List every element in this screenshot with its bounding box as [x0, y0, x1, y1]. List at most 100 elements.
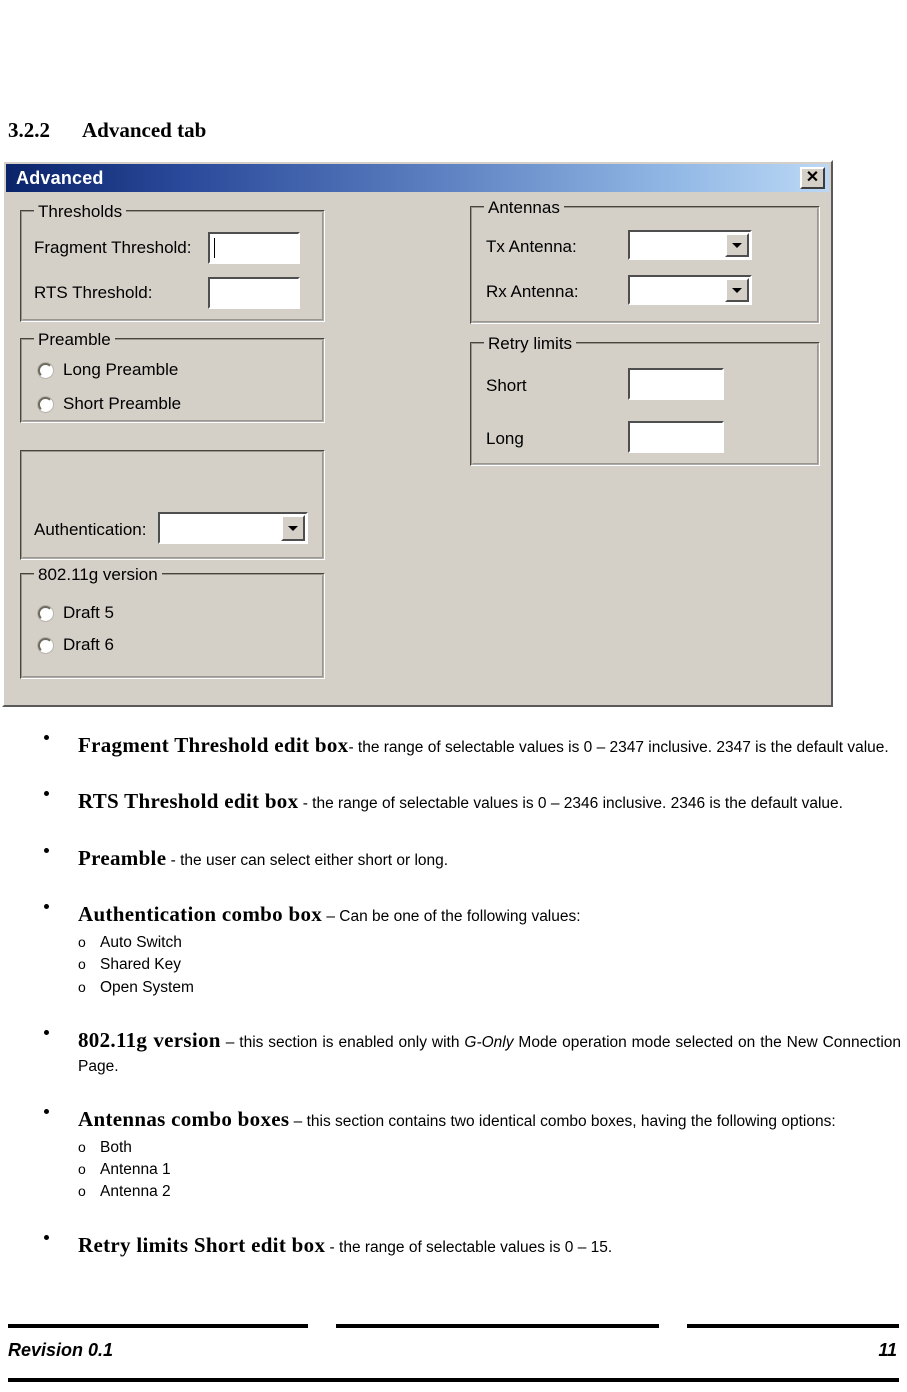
chevron-down-icon[interactable] [725, 233, 749, 257]
bullet-text-emphasis: G-Only [464, 1034, 514, 1052]
rule-segment [8, 1324, 308, 1328]
bullet-icon [44, 1029, 49, 1035]
radio-short-preamble-label: Short Preamble [63, 394, 182, 413]
radio-icon [38, 396, 53, 412]
rx-antenna-label: Rx Antenna: [486, 282, 579, 301]
retry-short-label: Short [486, 376, 527, 395]
bullet-term: Preamble [78, 845, 167, 870]
sub-list-item-label: Auto Switch [100, 933, 182, 951]
page-section-heading: 3.2.2 Advanced tab [8, 118, 206, 143]
bullet-term: 802.11g version [78, 1028, 221, 1053]
retry-long-label: Long [486, 429, 524, 448]
sub-list-item: o Antenna 2 [78, 1181, 901, 1203]
group-retry-limits: Retry limits Short Long [470, 334, 820, 466]
list-item: Antennas combo boxes – this section cont… [0, 1104, 907, 1204]
sub-list-item: o Both [78, 1137, 901, 1159]
group-80211g-version: 802.11g version Draft 5 Draft 6 [20, 565, 325, 679]
sub-list-item: o Antenna 1 [78, 1159, 901, 1181]
bullet-list: Fragment Threshold edit box- the range o… [0, 730, 907, 1260]
sub-list-item-label: Open System [100, 978, 194, 996]
footer-revision: Revision 0.1 [8, 1340, 114, 1360]
footer-top-rule [8, 1324, 899, 1328]
authentication-label: Authentication: [34, 520, 147, 539]
fragment-threshold-label: Fragment Threshold: [34, 238, 192, 257]
authentication-combobox[interactable] [158, 512, 308, 544]
dialog-title: Advanced [16, 167, 104, 188]
radio-icon [38, 362, 53, 378]
bullet-icon [44, 734, 49, 740]
sub-list-item-label: Shared Key [100, 956, 181, 974]
radio-draft-5[interactable]: Draft 5 [38, 603, 114, 623]
sub-bullet-icon: o [78, 1183, 86, 1200]
sub-list: o Both o Antenna 1 o Antenna 2 [78, 1137, 901, 1204]
bullet-text: - the range of selectable values is 0 – … [298, 795, 843, 813]
fragment-threshold-input[interactable] [208, 232, 300, 264]
radio-draft-6[interactable]: Draft 6 [38, 635, 114, 655]
list-item: RTS Threshold edit box - the range of se… [0, 786, 907, 816]
tx-antenna-label: Tx Antenna: [486, 237, 577, 256]
sub-list-item-label: Both [100, 1138, 132, 1156]
rule-segment [336, 1324, 659, 1328]
radio-draft-5-label: Draft 5 [63, 603, 115, 622]
footer-bottom-rule [8, 1378, 899, 1382]
bullet-icon [44, 791, 49, 797]
rts-threshold-input[interactable] [208, 277, 300, 309]
radio-long-preamble[interactable]: Long Preamble [38, 360, 178, 380]
bullet-text: – this section contains two identical co… [289, 1113, 836, 1131]
sub-bullet-icon: o [78, 1138, 86, 1155]
group-80211g-version-title: 802.11g version [34, 565, 162, 585]
group-thresholds-title: Thresholds [34, 202, 127, 222]
radio-icon [38, 637, 53, 653]
bullet-term: Authentication combo box [78, 902, 323, 927]
advanced-dialog-window: Advanced ✕ Thresholds Fragment Threshold… [2, 160, 833, 707]
chevron-down-icon[interactable] [281, 515, 305, 541]
section-title: Advanced tab [82, 118, 207, 142]
bullet-text: – Can be one of the following values: [322, 908, 581, 926]
list-item: 802.11g version – this section is enable… [0, 1025, 907, 1078]
list-item: Preamble - the user can select either sh… [0, 843, 907, 873]
group-preamble: Preamble Long Preamble Short Preamble [20, 330, 325, 423]
group-authentication: Authentication: [20, 450, 325, 560]
retry-short-input[interactable] [628, 368, 724, 400]
group-retry-limits-title: Retry limits [484, 334, 577, 354]
sub-list-item: o Shared Key [78, 954, 901, 976]
section-number: 3.2.2 [8, 118, 50, 142]
sub-list-item: o Open System [78, 977, 901, 999]
list-item: Authentication combo box – Can be one of… [0, 899, 907, 999]
bullet-text-pre: – this section is enabled only with [220, 1034, 465, 1052]
chevron-down-icon[interactable] [725, 278, 749, 302]
sub-bullet-icon: o [78, 933, 86, 950]
bullet-text: - the range of selectable values is 0 – … [348, 739, 889, 756]
footer-page-number: 11 [878, 1340, 897, 1360]
group-preamble-title: Preamble [34, 330, 115, 350]
bullet-term: RTS Threshold edit box [78, 789, 299, 814]
rx-antenna-combobox[interactable] [628, 275, 752, 305]
bullet-icon [44, 1234, 49, 1240]
bullet-icon [44, 847, 49, 853]
group-antennas-title: Antennas [484, 198, 564, 218]
sub-list-item-label: Antenna 2 [100, 1183, 171, 1201]
sub-bullet-icon: o [78, 978, 86, 995]
bullet-term: Fragment Threshold edit box [78, 733, 349, 757]
radio-short-preamble[interactable]: Short Preamble [38, 394, 181, 414]
bullet-term: Antennas combo boxes [78, 1107, 290, 1132]
tx-antenna-combobox[interactable] [628, 230, 752, 260]
rule-segment [687, 1324, 899, 1328]
list-item: Retry limits Short edit box - the range … [0, 1230, 907, 1260]
bullet-icon [44, 903, 49, 909]
close-icon[interactable]: ✕ [800, 167, 825, 189]
sub-bullet-icon: o [78, 956, 86, 973]
dialog-titlebar: Advanced ✕ [6, 164, 829, 192]
sub-list: o Auto Switch o Shared Key o Open System [78, 932, 901, 999]
list-item: Fragment Threshold edit box- the range o… [0, 730, 907, 760]
bullet-text: - the user can select either short or lo… [166, 851, 449, 869]
text-caret [214, 238, 215, 258]
bullet-term: Retry limits Short edit box [78, 1232, 326, 1257]
sub-list-item-label: Antenna 1 [100, 1160, 171, 1178]
bullet-text: - the range of selectable values is 0 – … [325, 1238, 613, 1256]
radio-draft-6-label: Draft 6 [63, 635, 115, 654]
radio-icon [38, 605, 53, 621]
rts-threshold-label: RTS Threshold: [34, 283, 153, 302]
retry-long-input[interactable] [628, 421, 724, 453]
footer-text-row: Revision 0.1 11 [8, 1340, 897, 1361]
